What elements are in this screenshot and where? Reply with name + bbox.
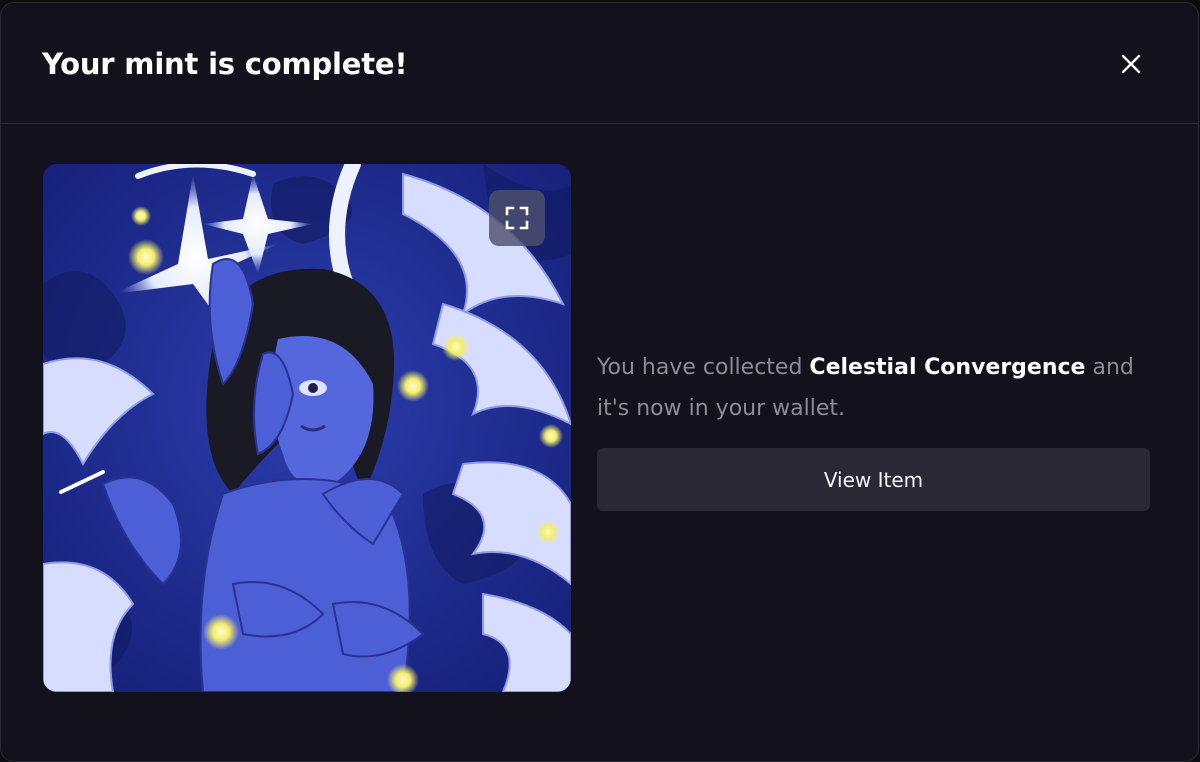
close-button[interactable] [1116, 49, 1146, 79]
mint-info: You have collected Celestial Convergence… [597, 347, 1149, 429]
expand-icon [505, 206, 529, 230]
modal-title: Your mint is complete! [42, 47, 408, 81]
item-name: Celestial Convergence [809, 355, 1086, 380]
message-prefix: You have collected [597, 355, 810, 380]
nft-artwork[interactable] [43, 164, 571, 692]
collected-message: You have collected Celestial Convergence… [597, 347, 1149, 429]
mint-complete-modal: Your mint is complete! You have collecte… [0, 2, 1199, 762]
view-item-button[interactable]: View Item [597, 448, 1150, 511]
expand-button[interactable] [489, 190, 545, 246]
modal-header: Your mint is complete! [1, 3, 1198, 124]
close-icon [1121, 54, 1141, 74]
